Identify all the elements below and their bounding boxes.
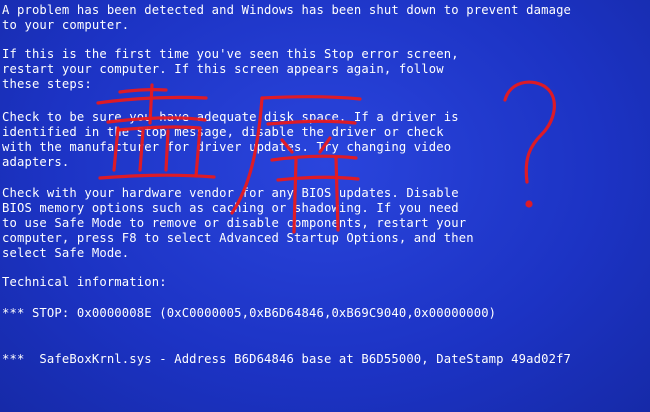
hardware-line-3: to use Safe Mode to remove or disable co… (2, 216, 467, 230)
technical-information-heading: Technical information: (2, 275, 167, 289)
error-header-line-2: to your computer. (2, 18, 130, 32)
hardware-line-5: select Safe Mode. (2, 246, 130, 260)
first-time-line-1: If this is the first time you've seen th… (2, 47, 459, 61)
hardware-line-4: computer, press F8 to select Advanced St… (2, 231, 474, 245)
handwritten-question-mark (503, 80, 556, 208)
check-disk-line-4: adapters. (2, 155, 70, 169)
check-disk-line-2: identified in the Stop message, disable … (2, 125, 444, 139)
check-disk-line-3: with the manufacturer for driver updates… (2, 140, 452, 154)
hardware-line-1: Check with your hardware vendor for any … (2, 186, 459, 200)
blue-screen-of-death: A problem has been detected and Windows … (0, 0, 650, 412)
first-time-line-3: these steps: (2, 77, 92, 91)
error-header-line-1: A problem has been detected and Windows … (2, 3, 572, 17)
hardware-line-2: BIOS memory options such as caching or s… (2, 201, 459, 215)
driver-address-line: *** SafeBoxKrnl.sys - Address B6D64846 b… (2, 352, 572, 366)
stop-code-line: *** STOP: 0x0000008E (0xC0000005,0xB6D64… (2, 306, 497, 320)
first-time-line-2: restart your computer. If this screen ap… (2, 62, 444, 76)
check-disk-line-1: Check to be sure you have adequate disk … (2, 110, 459, 124)
